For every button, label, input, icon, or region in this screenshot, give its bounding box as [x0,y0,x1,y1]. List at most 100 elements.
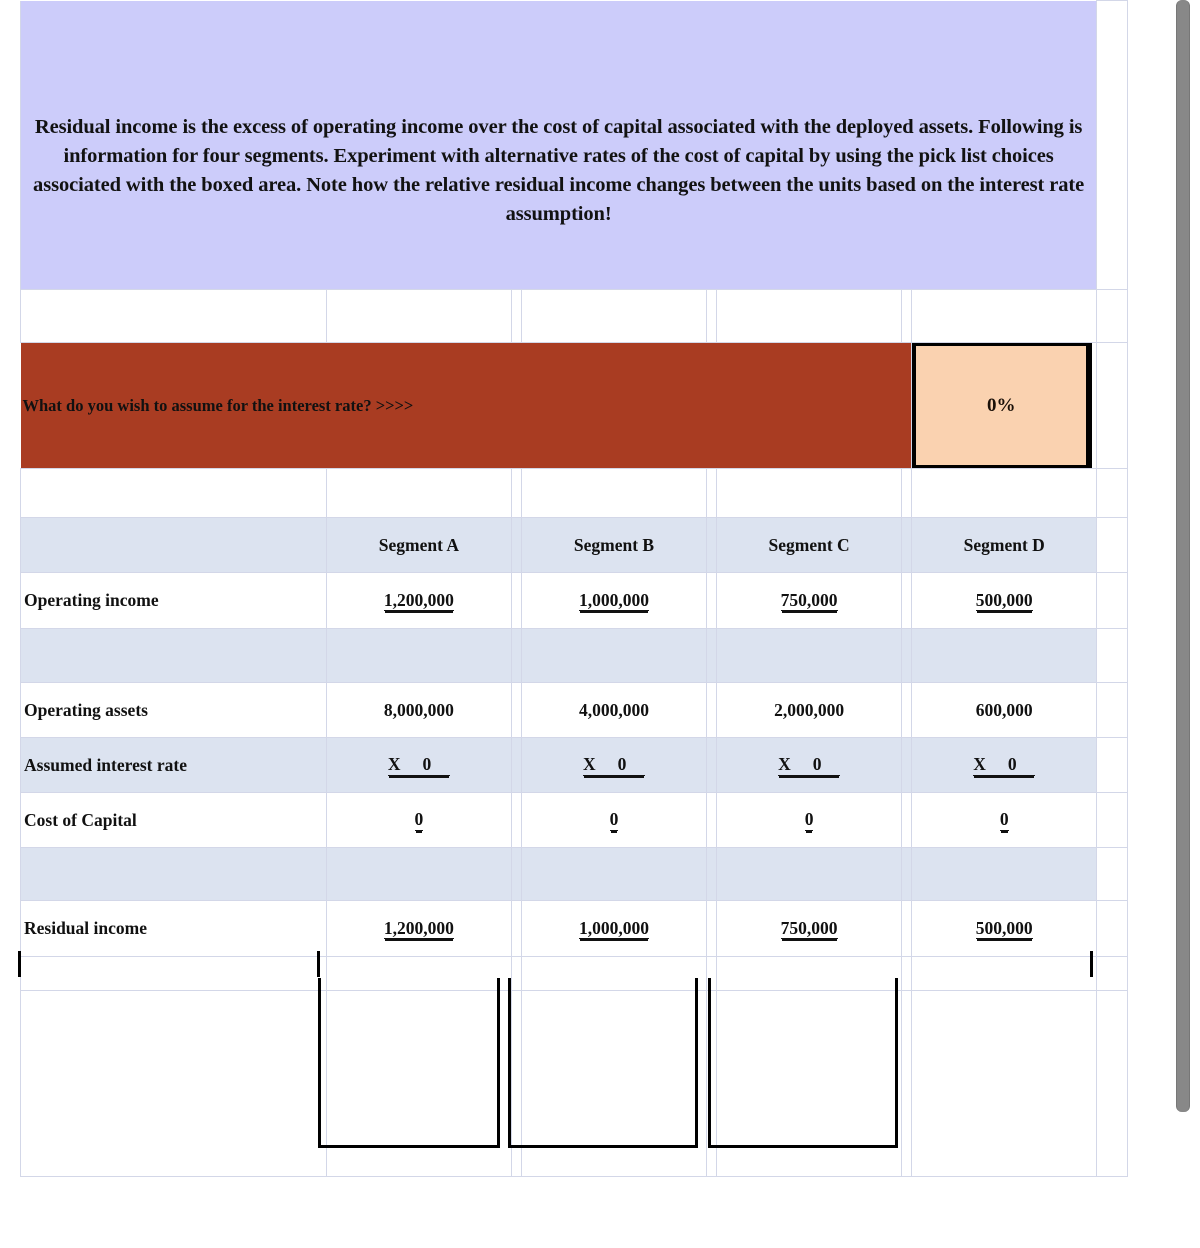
multiplier-symbol: X [973,754,986,775]
cell-gap [900,628,913,683]
cell-gap [510,737,523,793]
cell-operating-income-b: 1,000,000 [521,572,707,629]
cell-gap [705,682,718,738]
cell-empty [705,289,718,343]
cell-empty [911,847,1098,901]
cell-empty [900,468,913,518]
instruction-banner: Residual income is the excess of operati… [19,0,1097,290]
table-row-assumed-interest-rate: Assumed interest rate X0 X0 X0 X0 [20,737,1128,793]
cell-empty [1096,468,1128,518]
outline-box-segment-a [318,978,500,1148]
cell-gap [705,847,718,901]
question-band: What do you wish to assume for the inter… [20,342,912,469]
cell-empty [716,468,902,518]
cell-empty [521,289,707,343]
cell-gap [900,900,913,957]
cell-empty [510,468,523,518]
cell-empty [911,956,1098,991]
table-row-operating-income: Operating income 1,200,000 1,000,000 750… [20,572,1128,629]
cell-empty [1096,342,1128,469]
cell-gap [900,990,913,1177]
cell-empty [1096,572,1128,629]
vertical-scrollbar-thumb[interactable] [1176,0,1190,1112]
table-header-row: Segment A Segment B Segment C Segment D [20,517,1128,573]
cell-empty [705,468,718,518]
question-row: What do you wish to assume for the inter… [20,342,1128,469]
cell-cost-of-capital-a: 0 [325,792,512,848]
cell-gap [705,900,718,957]
cell-empty [521,847,707,901]
cell-residual-income-c: 750,000 [716,900,902,957]
cell-operating-income-d: 500,000 [911,572,1098,629]
cell-operating-assets-d: 600,000 [911,682,1098,738]
cell-empty [20,956,327,991]
column-header-segment-c: Segment C [716,517,902,573]
cell-empty [1096,900,1128,957]
instruction-text: Residual income is the excess of operati… [33,115,1085,225]
cell-empty [1096,792,1128,848]
cell-gap [900,682,913,738]
cell-residual-income-d: 500,000 [911,900,1098,957]
tick-mark-left [18,951,21,977]
outline-box-segment-c [708,978,898,1148]
interest-rate-picklist-cell[interactable]: 0% [911,342,1098,469]
cell-empty [911,628,1098,683]
cell-operating-income-c: 750,000 [716,572,902,629]
cell-empty [1096,990,1128,1177]
cell-empty [1096,289,1128,343]
cell-gap [705,517,718,573]
cell-empty [325,847,512,901]
cell-empty [716,628,902,683]
column-header-segment-a: Segment A [325,517,512,573]
column-header-segment-d: Segment D [911,517,1098,573]
interest-rate-picklist[interactable]: 0% [912,343,1093,468]
cell-empty [325,628,512,683]
spacer-row-above-question [20,289,1128,343]
cell-empty [325,468,512,518]
tick-mark-col-a [317,951,320,977]
cell-empty [911,468,1098,518]
cell-empty [911,289,1098,343]
cell-cost-of-capital-d: 0 [911,792,1098,848]
cell-empty [521,628,707,683]
question-prompt: What do you wish to assume for the inter… [22,395,414,415]
cell-gap [510,847,523,901]
cell-gap [900,572,913,629]
cell-interest-rate-c: X0 [716,737,902,793]
header-corner-cell [20,517,327,573]
cell-empty [510,289,523,343]
cell-cost-of-capital-b: 0 [521,792,707,848]
outline-box-segment-b [508,978,698,1148]
multiplier-symbol: X [387,754,401,775]
vertical-scrollbar-track[interactable] [1176,0,1200,1248]
cell-gap [900,847,913,901]
cell-empty [20,289,327,343]
cell-operating-income-a: 1,200,000 [325,572,512,629]
cell-empty [1096,956,1128,991]
cell-empty [1096,682,1128,738]
multiplier-symbol: X [582,754,596,775]
cell-operating-assets-b: 4,000,000 [521,682,707,738]
cell-empty [1096,628,1128,683]
cell-gap [510,517,523,573]
cell-gap [705,792,718,848]
spacer-row-1 [20,628,1128,683]
cell-gap [900,792,913,848]
cell-gap [900,737,913,793]
cell-gap [510,682,523,738]
cell-empty [325,289,512,343]
tick-mark-right [1090,951,1093,977]
row-label-cell: Residual income [20,900,327,957]
column-header-segment-b: Segment B [521,517,707,573]
cell-empty [911,990,1098,1177]
cell-empty [20,847,327,901]
cell-gap [705,628,718,683]
cell-residual-income-b: 1,000,000 [521,900,707,957]
cell-empty [20,990,327,1177]
banner-tail-cell [1096,0,1128,290]
cell-empty [521,468,707,518]
spacer-row-2 [20,847,1128,901]
cell-interest-rate-a: X0 [325,737,512,793]
cell-empty [1096,737,1128,793]
cell-gap [510,900,523,957]
